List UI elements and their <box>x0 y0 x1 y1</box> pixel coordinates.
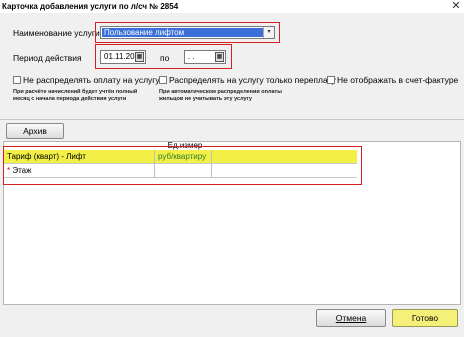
checkbox-no-distribute[interactable] <box>13 76 21 84</box>
date-to-field[interactable]: . . ▦ <box>184 50 226 64</box>
service-combobox[interactable]: Пользование лифтом ▾ <box>100 26 275 39</box>
date-from-field[interactable]: 01.11.20 ▦ <box>100 50 146 64</box>
divider <box>0 119 464 120</box>
window-title: Карточка добавления услуги по л/сч № 285… <box>2 2 179 11</box>
checkbox-hide-invoice-label: Не отображать в счет-фактуре <box>337 75 459 85</box>
service-selected-value: Пользование лифтом <box>102 28 265 37</box>
note-auto-distribution: При автоматическом распределении оплаты … <box>159 89 282 102</box>
chevron-down-icon[interactable]: ▾ <box>263 27 274 38</box>
archive-button[interactable]: Архив <box>6 123 64 139</box>
note-calculation: При расчёте начислений будет учтён полны… <box>13 89 138 102</box>
calendar-icon[interactable]: ▦ <box>135 52 144 62</box>
period-label: Период действия <box>13 53 82 63</box>
checkbox-hide-invoice[interactable] <box>327 76 335 84</box>
service-label: Наименование услуги <box>13 28 100 38</box>
date-to-value: . . <box>188 52 195 61</box>
close-icon[interactable]: ✕ <box>450 0 462 12</box>
calendar-icon[interactable]: ▦ <box>215 52 224 62</box>
annotation-grid-box <box>3 146 362 185</box>
dialog-footer: Отмена Готово <box>0 305 464 337</box>
date-from-value: 01.11.20 <box>104 52 135 61</box>
checkbox-overpayment-only[interactable] <box>159 76 167 84</box>
to-label: по <box>160 53 170 63</box>
window-titlebar: Карточка добавления услуги по л/сч № 285… <box>0 0 464 13</box>
checkbox-overpayment-only-label: Распределять на услугу только переплату <box>169 75 336 85</box>
ok-button[interactable]: Готово <box>392 309 458 327</box>
checkbox-no-distribute-label: Не распределять оплату на услугу <box>23 75 160 85</box>
dialog-body: Наименование услуги Пользование лифтом ▾… <box>0 13 464 337</box>
cancel-button[interactable]: Отмена <box>316 309 386 327</box>
